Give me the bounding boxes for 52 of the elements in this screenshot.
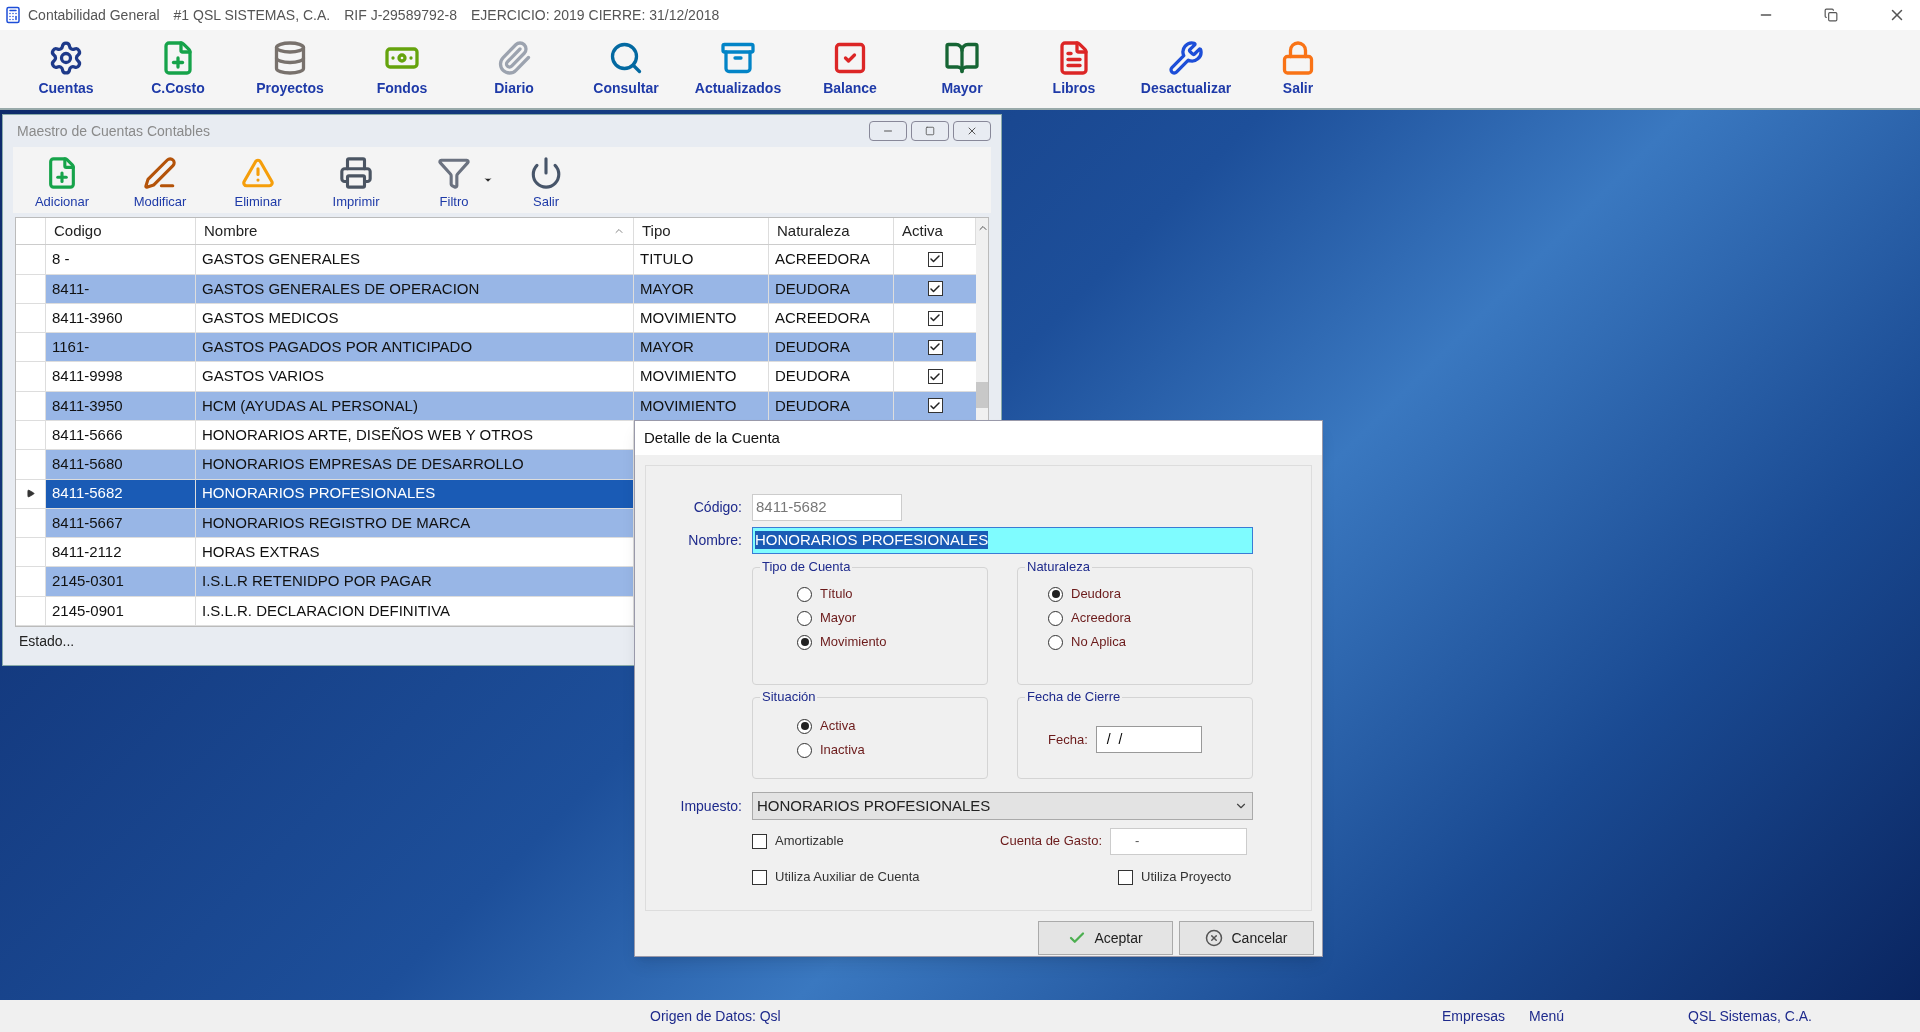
table-cell: GASTOS VARIOS	[196, 362, 634, 391]
table-cell: DEUDORA	[769, 362, 894, 391]
table-cell: 8411-5682	[46, 479, 196, 508]
table-cell: 8411-5680	[46, 450, 196, 479]
checkbox-label: Amortizable	[775, 832, 845, 851]
status-text: Origen de Datos: Qsl	[650, 1006, 781, 1026]
radio-label: Activa	[820, 717, 856, 736]
radio-label: Inactiva	[820, 741, 865, 760]
radio-label: Movimiento	[820, 633, 887, 652]
table-cell: 2145-0301	[46, 567, 196, 596]
table-cell: 8411-3950	[46, 391, 196, 420]
company-label: QSL Sistemas, C.A.	[1688, 1006, 1812, 1026]
company-name: #1 QSL SISTEMAS, C.A.	[173, 5, 331, 25]
window-title: Contabilidad General	[28, 5, 160, 25]
table-cell: 1161-	[46, 333, 196, 362]
table-cell: DEUDORA	[769, 274, 894, 303]
group-title: Tipo de Cuenta	[760, 559, 853, 575]
table-cell: ACREEDORA	[769, 303, 894, 333]
rif-number: RIF J-29589792-8	[344, 5, 458, 25]
radio-label: Acreedora	[1071, 609, 1131, 628]
dialog-title: Detalle de la Cuenta	[644, 427, 780, 448]
radio-label: Deudora	[1071, 585, 1121, 604]
fiscal-period: EJERCICIO: 2019 CIERRE: 31/12/2018	[471, 5, 720, 25]
table-cell: GASTOS MEDICOS	[196, 303, 634, 333]
status-text: Estado...	[19, 632, 75, 651]
table-cell: 8411-9998	[46, 362, 196, 391]
table-cell: HCM (AYUDAS AL PERSONAL)	[196, 391, 634, 420]
child-window-title: Maestro de Cuentas Contables	[17, 121, 210, 141]
table-cell: GASTOS GENERALES DE OPERACION	[196, 274, 634, 303]
table-cell: GASTOS PAGADOS POR ANTICIPADO	[196, 333, 634, 362]
field-label: Fecha:	[1048, 730, 1088, 749]
table-cell: 8411-3960	[46, 303, 196, 333]
table-cell: MAYOR	[634, 333, 769, 362]
field-label: Cuenta de Gasto:	[999, 832, 1103, 851]
table-cell: ACREEDORA	[769, 245, 894, 274]
table-cell: MOVIMIENTO	[634, 362, 769, 391]
radio-label: No Aplica	[1071, 633, 1126, 652]
table-cell: MAYOR	[634, 274, 769, 303]
table-cell: 8411-5666	[46, 421, 196, 450]
table-cell: 2145-0901	[46, 596, 196, 625]
table-cell: GASTOS GENERALES	[196, 245, 634, 274]
radio-label: Mayor	[820, 609, 857, 628]
table-cell: DEUDORA	[769, 333, 894, 362]
table-cell: MOVIMIENTO	[634, 303, 769, 333]
checkbox-label: Utiliza Auxiliar de Cuenta	[775, 868, 921, 887]
table-cell: 8 -	[46, 245, 196, 274]
table-cell: 8411-5667	[46, 508, 196, 538]
table-cell: 8411-2112	[46, 538, 196, 567]
checkbox-label: Utiliza Proyecto	[1141, 868, 1232, 887]
table-cell: 8411-	[46, 274, 196, 303]
field-label: Impuesto:	[679, 796, 743, 816]
table-cell: TITULO	[634, 245, 769, 274]
